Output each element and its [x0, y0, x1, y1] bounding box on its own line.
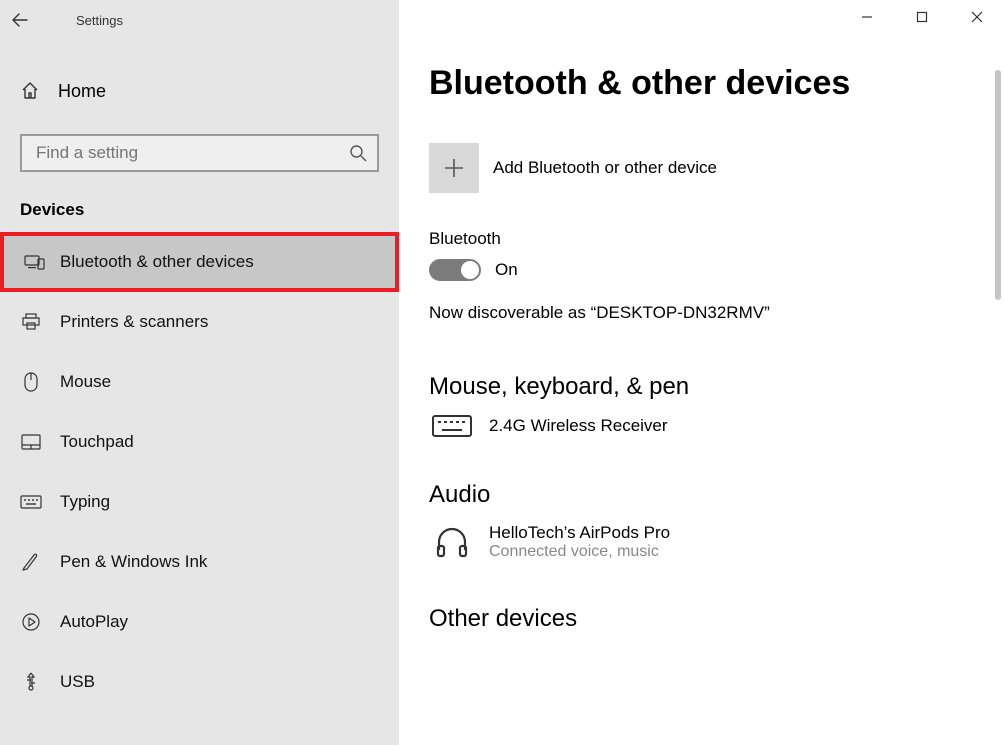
home-label: Home	[58, 81, 106, 102]
scrollbar[interactable]	[995, 70, 1001, 300]
add-device-button[interactable]: Add Bluetooth or other device	[429, 143, 984, 193]
devices-icon	[24, 253, 46, 271]
window-title: Settings	[76, 13, 123, 28]
section-audio-title: Audio	[429, 481, 984, 509]
page-title: Bluetooth & other devices	[429, 64, 984, 103]
device-row-receiver[interactable]: 2.4G Wireless Receiver	[431, 415, 984, 437]
sidebar-item-label: Pen & Windows Ink	[60, 552, 207, 572]
maximize-icon	[916, 11, 928, 23]
device-status: Connected voice, music	[489, 543, 670, 561]
pen-icon	[20, 552, 42, 572]
headphones-icon	[431, 526, 473, 558]
sidebar-home[interactable]: Home	[0, 62, 399, 120]
section-mkp-title: Mouse, keyboard, & pen	[429, 373, 984, 401]
device-name: HelloTech’s AirPods Pro	[489, 523, 670, 543]
usb-icon	[20, 672, 42, 692]
sidebar-item-printers[interactable]: Printers & scanners	[0, 292, 399, 352]
minimize-icon	[861, 11, 873, 23]
sidebar-item-typing[interactable]: Typing	[0, 472, 399, 532]
sidebar-item-label: AutoPlay	[60, 612, 128, 632]
sidebar-item-mouse[interactable]: Mouse	[0, 352, 399, 412]
window-controls	[839, 0, 1004, 34]
minimize-button[interactable]	[839, 0, 894, 34]
section-other-title: Other devices	[429, 605, 984, 633]
discoverable-text: Now discoverable as “DESKTOP-DN32RMV”	[429, 303, 984, 323]
search-icon	[349, 144, 367, 162]
device-row-airpods[interactable]: HelloTech’s AirPods Pro Connected voice,…	[431, 523, 984, 561]
sidebar-item-label: Mouse	[60, 372, 111, 392]
maximize-button[interactable]	[894, 0, 949, 34]
back-arrow-icon	[12, 13, 28, 27]
sidebar-item-bluetooth[interactable]: Bluetooth & other devices	[0, 232, 399, 292]
mouse-icon	[20, 372, 42, 392]
category-title: Devices	[20, 200, 399, 220]
toggle-state-label: On	[495, 260, 518, 280]
sidebar-item-touchpad[interactable]: Touchpad	[0, 412, 399, 472]
bluetooth-label: Bluetooth	[429, 229, 984, 249]
printer-icon	[20, 313, 42, 331]
device-name: 2.4G Wireless Receiver	[489, 416, 668, 436]
plus-icon	[443, 157, 465, 179]
autoplay-icon	[20, 612, 42, 632]
bluetooth-toggle[interactable]	[429, 259, 481, 281]
sidebar-item-pen[interactable]: Pen & Windows Ink	[0, 532, 399, 592]
sidebar-item-usb[interactable]: USB	[0, 652, 399, 712]
add-device-label: Add Bluetooth or other device	[493, 158, 717, 178]
home-icon	[20, 81, 40, 101]
back-button[interactable]	[0, 0, 40, 40]
sidebar-item-label: Printers & scanners	[60, 312, 208, 332]
plus-tile	[429, 143, 479, 193]
search-box[interactable]	[20, 134, 379, 172]
sidebar-item-label: Typing	[60, 492, 110, 512]
touchpad-icon	[20, 434, 42, 450]
sidebar-nav: Bluetooth & other devices Printers & sca…	[0, 232, 399, 712]
toggle-knob	[461, 261, 479, 279]
sidebar-item-label: Touchpad	[60, 432, 134, 452]
sidebar-item-autoplay[interactable]: AutoPlay	[0, 592, 399, 652]
sidebar-item-label: USB	[60, 672, 95, 692]
close-icon	[971, 11, 983, 23]
sidebar-item-label: Bluetooth & other devices	[60, 252, 254, 272]
close-button[interactable]	[949, 0, 1004, 34]
title-bar: Settings	[0, 0, 399, 40]
keyboard-icon	[20, 495, 42, 509]
search-input[interactable]	[34, 142, 349, 164]
keyboard-device-icon	[431, 415, 473, 437]
